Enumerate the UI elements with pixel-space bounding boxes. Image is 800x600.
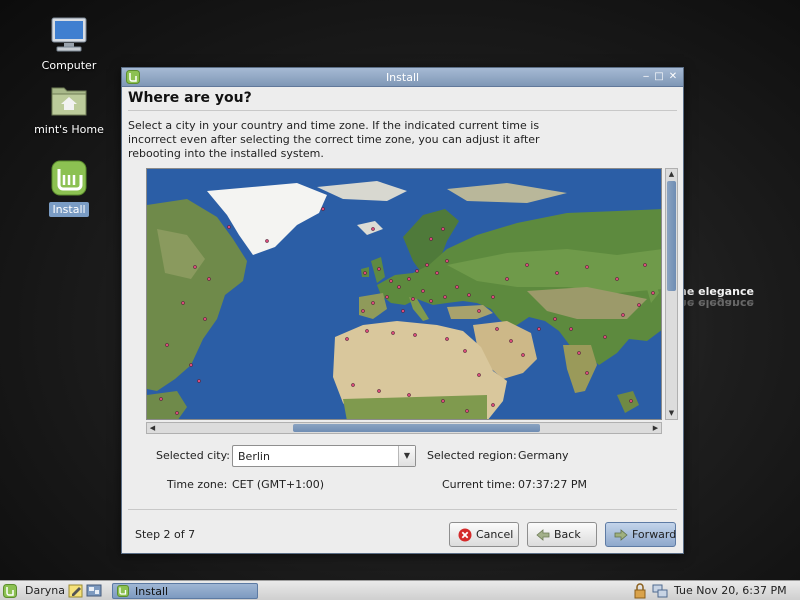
computer-icon [49,16,89,54]
taskbar-window-label: Install [135,585,169,598]
desktop-icon-home[interactable]: mint's Home [27,80,111,137]
selected-region-value: Germany [518,449,569,462]
taskbar: Daryna Install Tue Nov 20, 6:37 PM [0,580,800,600]
mint-install-icon [49,160,89,198]
selected-city-value: Berlin [238,450,270,463]
taskbar-window-install[interactable]: Install [112,583,258,599]
clock[interactable]: Tue Nov 20, 6:37 PM [674,584,787,597]
arrow-right-icon [614,528,628,542]
footer-divider [128,509,677,510]
maximize-icon[interactable]: □ [653,71,665,83]
mint-task-icon [117,585,129,597]
vertical-scroll-thumb[interactable] [667,181,676,291]
instructions-text: Select a city in your country and time z… [128,119,540,160]
forward-button-label: Forward [632,528,677,541]
map-horizontal-scrollbar[interactable]: ◀ ▶ [146,422,662,434]
horizontal-scroll-thumb[interactable] [293,424,540,432]
desktop-icon-computer[interactable]: Computer [27,16,111,73]
time-zone-label: Time zone: [167,478,228,491]
desktop-icon-label: Install [49,202,89,217]
page-title: Where are you? [128,90,252,106]
forward-button[interactable]: Forward [605,522,676,547]
update-manager-icon[interactable] [632,583,648,599]
minimize-icon[interactable]: ‒ [640,71,652,83]
window-titlebar[interactable]: Install ‒ □ ✕ [122,68,683,87]
world-map-graphic [147,169,661,419]
desktop-icon-label: mint's Home [34,123,104,136]
scroll-right-arrow-icon[interactable]: ▶ [650,423,661,433]
selected-city-label: Selected city: [156,449,231,462]
desktop-icon-install[interactable]: Install [27,160,111,217]
window-title: Install [385,71,420,84]
cancel-button-label: Cancel [476,528,514,541]
step-indicator: Step 2 of 7 [135,528,196,541]
chevron-down-icon[interactable]: ▼ [398,446,415,466]
heading-divider [128,110,677,111]
close-icon[interactable]: ✕ [667,71,679,83]
home-folder-icon [49,80,89,118]
wallpaper-caption-reflection: he elegance [679,297,754,310]
text-editor-launcher-icon[interactable] [68,583,84,599]
back-button-label: Back [554,528,581,541]
back-button[interactable]: Back [527,522,597,547]
install-window: Install ‒ □ ✕ Where are you? Select a ci… [121,67,684,554]
selected-city-combobox[interactable]: Berlin ▼ [232,445,416,467]
desktop: { "desktop": { "icons": [ {"label": "Com… [0,0,800,600]
selected-region-label: Selected region: [427,449,517,462]
current-time-label: Current time: [442,478,516,491]
scroll-left-arrow-icon[interactable]: ◀ [147,423,158,433]
show-desktop-icon[interactable] [86,583,102,599]
main-menu-label: Daryna [25,584,65,597]
map-vertical-scrollbar[interactable]: ▲ ▼ [665,168,678,420]
mint-menu-icon [3,584,17,598]
timezone-map[interactable] [146,168,662,420]
arrow-left-icon [536,528,550,542]
network-icon[interactable] [652,583,668,599]
time-zone-value: CET (GMT+1:00) [232,478,325,491]
cancel-icon [458,528,472,542]
cancel-button[interactable]: Cancel [449,522,519,547]
current-time-value: 07:37:27 PM [518,478,588,491]
wallpaper-text: he elegance he elegance [679,285,754,310]
desktop-icon-label: Computer [41,59,97,72]
scroll-up-arrow-icon[interactable]: ▲ [666,169,677,180]
scroll-down-arrow-icon[interactable]: ▼ [666,408,677,419]
